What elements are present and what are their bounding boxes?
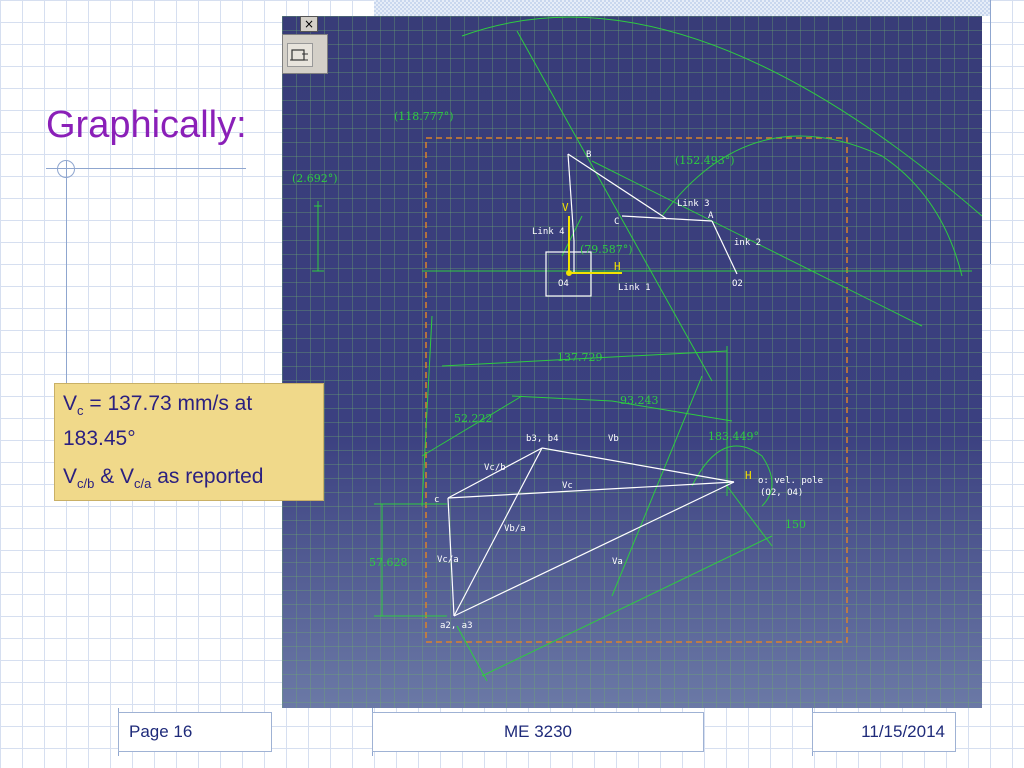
- label-link3: Link 3: [677, 199, 710, 209]
- dim-2692: (2.692°): [292, 172, 338, 185]
- cad-viewport[interactable]: (118.777°) (152.493°) (2.692°) (79.587°)…: [282, 16, 982, 708]
- decorative-rule: [990, 0, 991, 264]
- vc-angle: 183.45°: [63, 427, 136, 451]
- velocity-result: Vc = 137.73 mm/s at 183.45°: [63, 390, 315, 453]
- footer-page-number: Page 16: [118, 712, 272, 752]
- label-vca: Vc/a: [437, 555, 459, 565]
- label-B: B: [586, 150, 591, 160]
- dim-57: 57.628: [369, 556, 408, 569]
- dim-79: (79.587°): [580, 243, 633, 256]
- vc-symbol: V: [63, 392, 78, 415]
- dim-152: (152.493°): [675, 154, 735, 167]
- label-vcb: Vc/b: [484, 463, 506, 473]
- reported-text: as reported: [151, 465, 264, 489]
- label-A: A: [708, 211, 714, 221]
- label-O4: O4: [558, 279, 569, 289]
- label-va: Va: [612, 557, 623, 567]
- relative-velocity-note: Vc/b & Vc/a as reported: [63, 463, 315, 498]
- footer-course: ME 3230: [372, 712, 704, 752]
- geometry-labels: B A C O4 O2 Link 1 ink 2 Link 3 Link 4 b…: [434, 150, 823, 631]
- vc-value: = 137.73 mm/s at: [83, 392, 253, 415]
- dimension-values: (118.777°) (152.493°) (2.692°) (79.587°)…: [292, 110, 806, 569]
- dim-118: (118.777°): [394, 110, 454, 123]
- close-button[interactable]: ×: [300, 16, 318, 32]
- vcb-symbol: V: [63, 465, 78, 489]
- label-pole: o: vel. pole: [758, 476, 823, 486]
- label-link1: Link 1: [618, 283, 651, 293]
- slide-title: Graphically:: [46, 104, 247, 146]
- sketch-icon[interactable]: [287, 43, 313, 67]
- title-underline: [46, 168, 246, 169]
- dim-150: 150: [785, 518, 806, 531]
- pole-h-label: H: [745, 469, 752, 482]
- axis-h-label: H: [614, 260, 621, 273]
- label-pole-coords: (O2, O4): [760, 488, 803, 498]
- result-callout: Vc = 137.73 mm/s at 183.45° Vc/b & Vc/a …: [54, 383, 324, 501]
- dim-93: 93.243: [620, 394, 659, 407]
- label-c: c: [434, 495, 439, 505]
- toolbar-panel: [282, 34, 328, 74]
- label-b3b4: b3, b4: [526, 434, 559, 444]
- velocity-diagram: (118.777°) (152.493°) (2.692°) (79.587°)…: [292, 16, 982, 682]
- label-link2: ink 2: [734, 238, 761, 248]
- footer-date: 11/15/2014: [812, 712, 956, 752]
- title-ornament: [57, 160, 75, 178]
- vca-symbol: & V: [94, 465, 135, 489]
- sketch-frame: [425, 137, 848, 643]
- mechanism-links: [447, 153, 738, 617]
- label-vc: Vc: [562, 481, 573, 491]
- title-vertical-rule: [66, 160, 67, 390]
- label-vb: Vb: [608, 434, 619, 444]
- dim-137: 137.729: [557, 351, 603, 364]
- axis-v-label: V: [562, 201, 569, 214]
- vca-subscript: c/a: [134, 476, 152, 492]
- dim-52: 52.222: [454, 412, 493, 425]
- vcb-subscript: c/b: [77, 476, 95, 492]
- label-vba: Vb/a: [504, 524, 526, 534]
- label-O2: O2: [732, 279, 743, 289]
- label-C: C: [614, 217, 619, 227]
- label-a2a3: a2, a3: [440, 621, 473, 631]
- label-link4: Link 4: [532, 227, 565, 237]
- dim-183: 183.449°: [708, 430, 759, 443]
- top-decorative-strip: [374, 0, 990, 16]
